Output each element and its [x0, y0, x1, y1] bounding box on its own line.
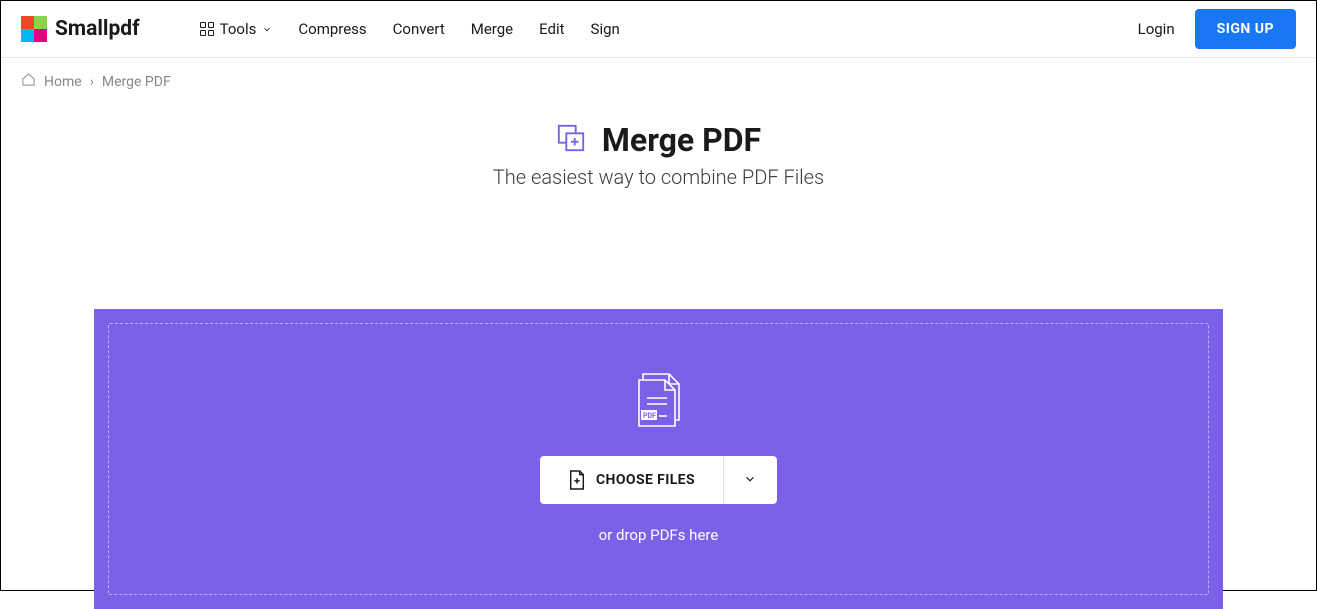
nav-edit[interactable]: Edit [539, 20, 564, 38]
nav-edit-label: Edit [539, 20, 564, 38]
drop-hint: or drop PDFs here [599, 526, 719, 544]
header: Smallpdf Tools Compress Convert Merge Ed… [1, 1, 1316, 58]
nav-convert[interactable]: Convert [393, 20, 445, 38]
page-subtitle: The easiest way to combine PDF Files [1, 165, 1316, 189]
choose-files-dropdown[interactable] [723, 456, 777, 504]
breadcrumb-separator: › [90, 74, 94, 90]
login-label: Login [1138, 20, 1175, 38]
signup-label: SIGN UP [1217, 21, 1274, 37]
nav-compress[interactable]: Compress [298, 20, 366, 38]
page-title: Merge PDF [602, 121, 761, 159]
chevron-down-icon [743, 471, 757, 490]
dropzone[interactable]: PDF CHOOSE FILES or drop PDFs [94, 309, 1223, 609]
svg-text:PDF: PDF [643, 412, 656, 420]
nav-convert-label: Convert [393, 20, 445, 38]
nav-tools[interactable]: Tools [200, 20, 273, 38]
merge-icon [556, 123, 586, 157]
brand-name: Smallpdf [55, 17, 140, 41]
home-icon [21, 72, 36, 91]
login-link[interactable]: Login [1138, 20, 1175, 38]
nav-tools-label: Tools [220, 20, 257, 38]
files-icon: PDF [631, 372, 687, 436]
nav-compress-label: Compress [298, 20, 366, 38]
nav-merge[interactable]: Merge [471, 20, 513, 38]
nav-merge-label: Merge [471, 20, 513, 38]
breadcrumb-current: Merge PDF [102, 74, 171, 90]
nav: Tools Compress Convert Merge Edit Sign [200, 20, 620, 38]
breadcrumb: Home › Merge PDF [1, 58, 1316, 105]
logo[interactable]: Smallpdf [21, 16, 140, 42]
nav-sign[interactable]: Sign [591, 20, 620, 38]
grid-icon [200, 22, 214, 36]
chevron-down-icon [262, 24, 272, 34]
breadcrumb-home[interactable]: Home [44, 74, 82, 90]
nav-sign-label: Sign [591, 20, 620, 38]
choose-files-group: CHOOSE FILES [540, 456, 777, 504]
signup-button[interactable]: SIGN UP [1195, 9, 1296, 49]
dropzone-inner: PDF CHOOSE FILES or drop PDFs [108, 323, 1209, 595]
main-heading: Merge PDF The easiest way to combine PDF… [1, 121, 1316, 189]
choose-files-label: CHOOSE FILES [596, 472, 695, 488]
logo-icon [21, 16, 47, 42]
choose-files-button[interactable]: CHOOSE FILES [540, 456, 723, 504]
